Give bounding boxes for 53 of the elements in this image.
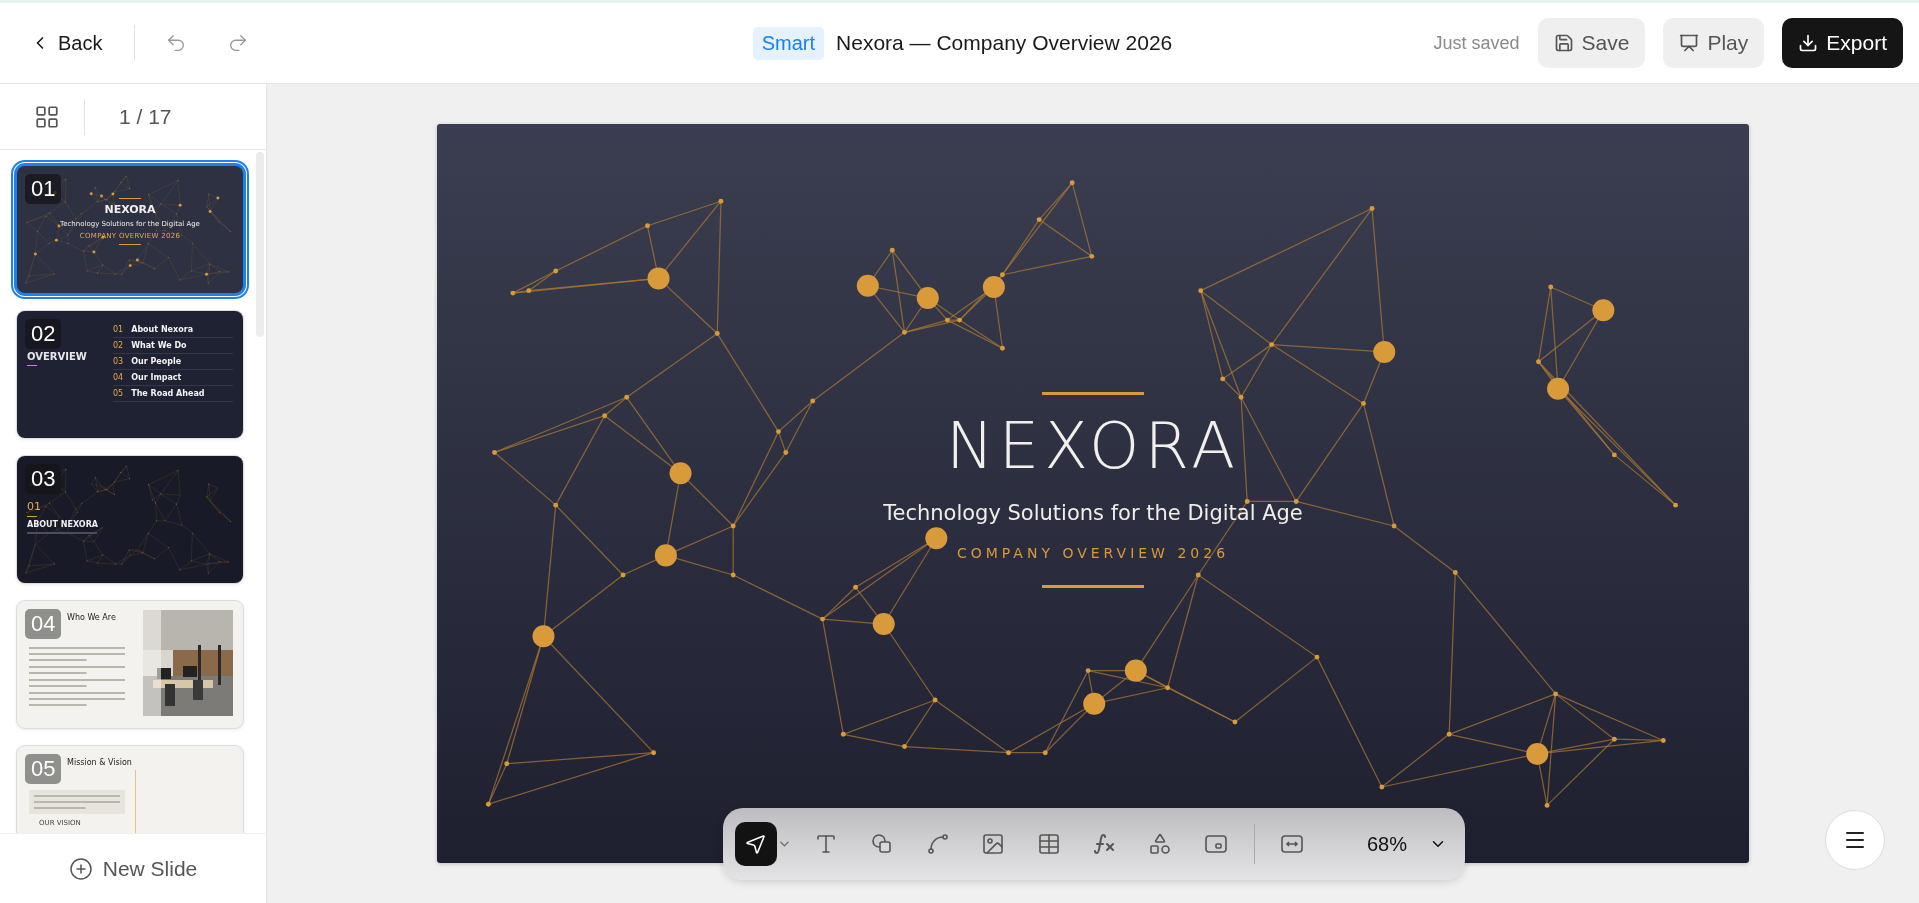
- back-button[interactable]: Back: [22, 25, 111, 61]
- slide-subtitle: Technology Solutions for the Digital Age: [883, 501, 1303, 526]
- table-icon: [1036, 832, 1061, 856]
- new-slide-button[interactable]: New Slide: [62, 855, 204, 882]
- slide-thumbnail[interactable]: 02 OVERVIEW 01 About Nexora 02 What We Do 03 Our People 04 Our Impact 05 The Road Ahead: [17, 311, 243, 438]
- function-icon: [1092, 832, 1117, 856]
- slide-number: 05: [25, 754, 62, 784]
- agenda-number: 04: [113, 373, 124, 382]
- slide-heading: Mission & Vision: [67, 758, 132, 767]
- slide-heading: OVERVIEW: [27, 351, 87, 362]
- agenda-number: 01: [113, 325, 124, 334]
- play-button[interactable]: Play: [1663, 18, 1765, 68]
- slide-title: NEXORA: [945, 411, 1241, 482]
- slide-title: NEXORA: [104, 203, 156, 216]
- slide-number: 01: [25, 174, 62, 204]
- fit-width-icon: [1280, 832, 1305, 856]
- agenda-number: 03: [113, 357, 124, 366]
- slide-heading: ABOUT NEXORA: [27, 520, 99, 529]
- agenda-item: Our Impact: [131, 373, 182, 382]
- download-icon: [1798, 33, 1819, 53]
- save-button[interactable]: Save: [1537, 18, 1646, 68]
- agenda-item: About Nexora: [131, 325, 194, 334]
- embed-icon: [1203, 832, 1228, 856]
- agenda-item: What We Do: [131, 341, 187, 350]
- zoom-dropdown[interactable]: 68%: [1361, 831, 1453, 857]
- slide-number: 03: [25, 464, 62, 494]
- shapes-icon: [1148, 832, 1172, 856]
- presentation-icon: [1679, 33, 1700, 53]
- shapes-icon: [869, 832, 894, 856]
- slide-number: 02: [25, 319, 62, 349]
- slide-heading: Who We Are: [67, 613, 116, 622]
- save-icon: [1553, 33, 1574, 53]
- plus-icon: [68, 856, 93, 881]
- slide-number: 04: [25, 609, 62, 639]
- export-button[interactable]: Export: [1782, 18, 1903, 68]
- agenda-item: The Road Ahead: [131, 389, 205, 398]
- mode-badge: Smart: [752, 26, 825, 60]
- document-title: Nexora — Company Overview 2026: [836, 31, 1173, 55]
- slide-thumbnail[interactable]: 04 Who We Are: [17, 601, 243, 728]
- select-tool[interactable]: [735, 822, 777, 866]
- agenda-number: 05: [113, 389, 124, 398]
- slide-counter: 1 / 17: [84, 98, 172, 135]
- pointer-icon: [743, 832, 768, 856]
- slide-tagline: COMPANY OVERVIEW 2026: [956, 545, 1230, 562]
- save-status: Just saved: [1433, 32, 1520, 54]
- image-icon: [981, 832, 1006, 856]
- connector-icon: [925, 832, 950, 856]
- slide-thumbnail[interactable]: 03 01 ABOUT NEXORA: [17, 456, 243, 583]
- text-lines-drawing: [27, 532, 97, 534]
- agenda-number: 02: [113, 341, 124, 350]
- grid-icon: [34, 103, 60, 130]
- agenda-item: Our People: [131, 357, 182, 366]
- section-number: 01: [27, 500, 41, 513]
